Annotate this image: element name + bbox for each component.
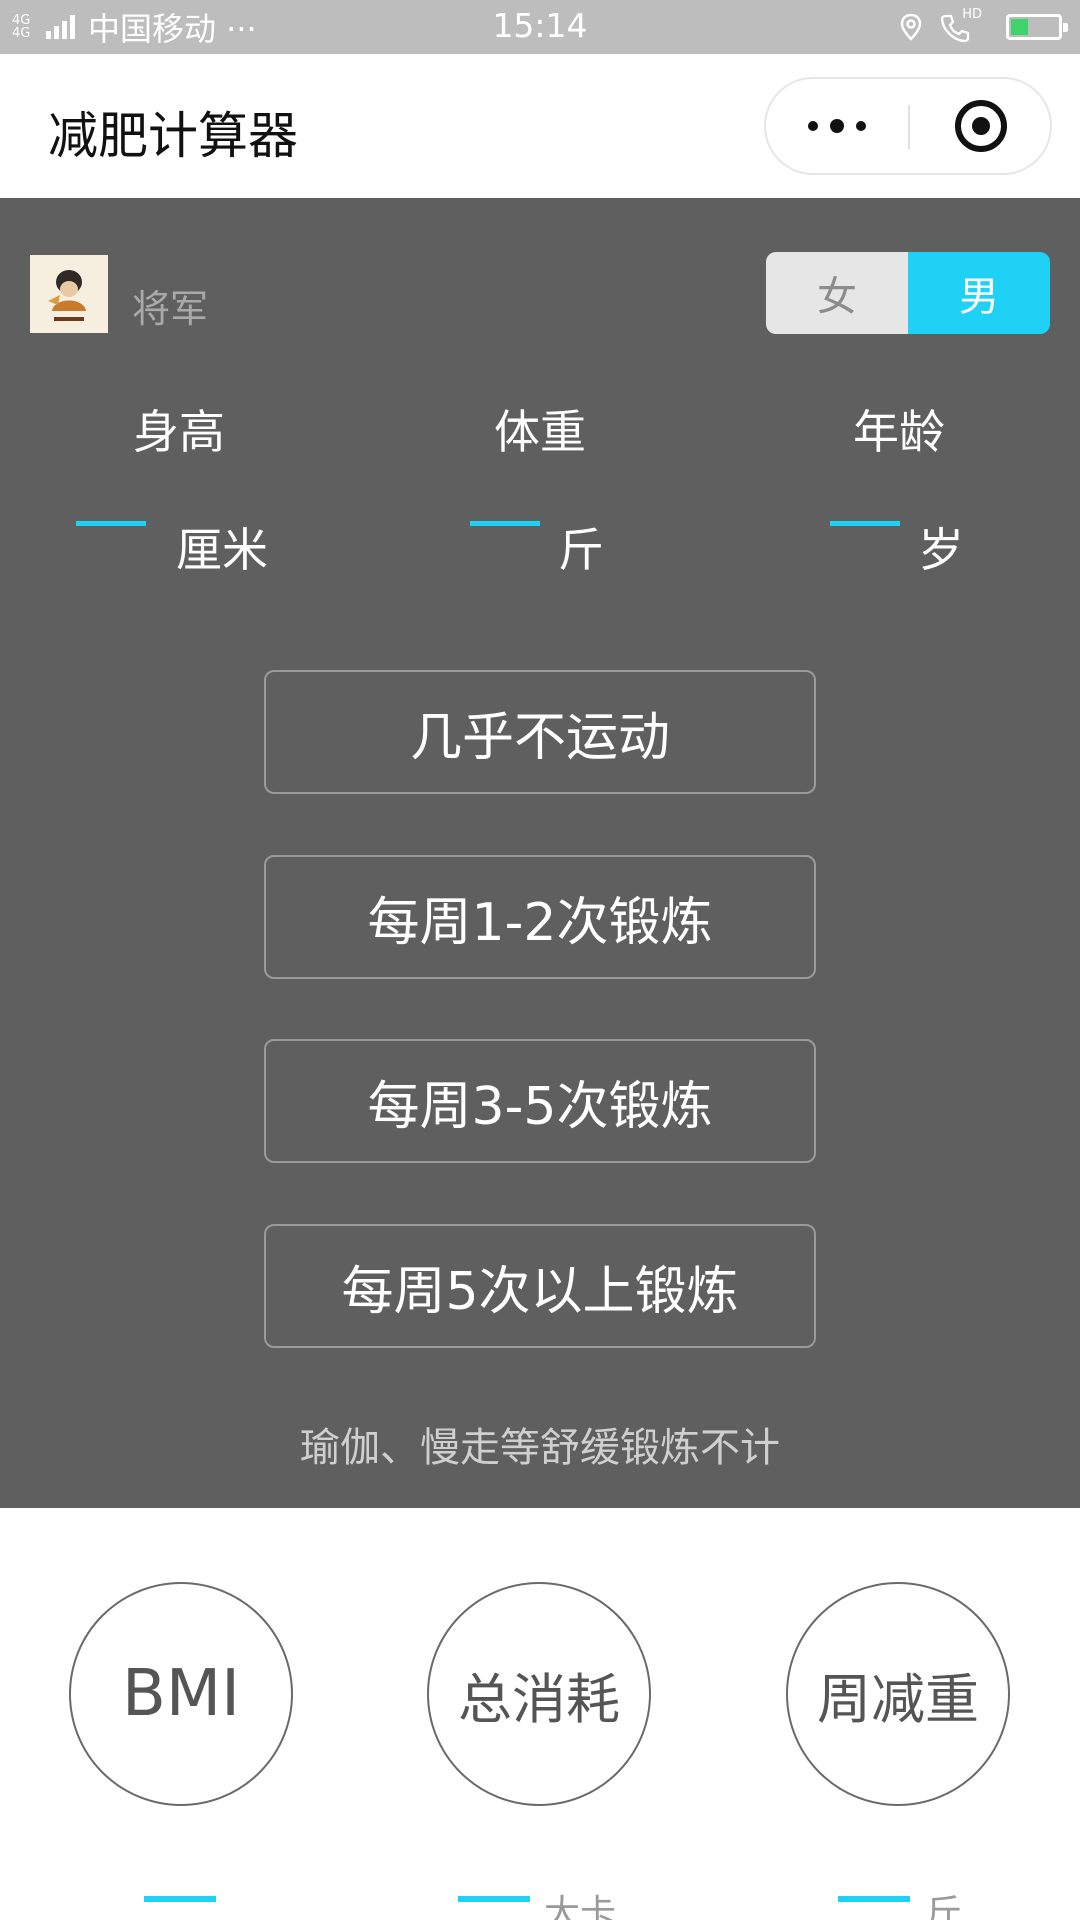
status-right: HD [900,7,1068,46]
close-button[interactable] [910,79,1052,173]
bmi-result-button[interactable]: BMI [69,1582,293,1806]
height-label: 身高 [133,405,225,459]
location-icon [900,13,922,41]
activity-option-3-5[interactable]: 每周3-5次锻炼 [264,1039,816,1163]
mini-program-capsule [764,77,1052,175]
avatar [30,255,108,333]
more-dot-icon [856,121,866,131]
input-panel: 将军 女 男 身高 厘米 体重 斤 年龄 岁 几乎不运动 每周1-2次锻炼 每周… [0,198,1080,1508]
hd-call-icon: HD [940,7,982,43]
hd-label: HD [962,7,982,22]
battery-tip [1063,23,1068,32]
weight-input[interactable] [470,521,540,526]
weekly-loss-button[interactable]: 周减重 [786,1582,1010,1806]
activity-option-1-2[interactable]: 每周1-2次锻炼 [264,855,816,979]
total-consumption-button[interactable]: 总消耗 [427,1582,651,1806]
total-unit: 大卡 [544,1893,617,1920]
activity-note: 瑜伽、慢走等舒缓锻炼不计 [300,1425,780,1471]
bmi-value-placeholder [144,1896,216,1902]
height-input[interactable] [76,521,146,526]
height-unit: 厘米 [176,523,268,577]
more-dot-icon [808,121,818,131]
weekly-unit: 斤 [926,1893,963,1920]
more-button[interactable] [766,79,908,173]
title-bar: 减肥计算器 [0,54,1080,198]
gender-toggle: 女 男 [766,252,1050,334]
status-bar: 4G 4G 中国移动 ··· 15:14 HD [0,0,1080,54]
age-label: 年龄 [853,405,945,459]
weekly-value-placeholder [838,1896,910,1902]
more-dot-icon [830,119,844,133]
age-unit: 岁 [918,523,964,577]
battery-level [1011,19,1028,35]
age-input[interactable] [830,521,900,526]
gender-female-option[interactable]: 女 [766,252,908,334]
battery-icon [1006,14,1068,40]
page-title: 减肥计算器 [48,107,298,165]
weight-unit: 斤 [558,523,604,577]
close-dot [972,117,990,135]
target-close-icon [955,100,1007,152]
activity-option-5-plus[interactable]: 每周5次以上锻炼 [264,1224,816,1348]
avatar-image [30,255,108,333]
gender-male-option[interactable]: 男 [908,252,1050,334]
username: 将军 [132,287,209,331]
total-value-placeholder [458,1896,530,1902]
activity-option-none[interactable]: 几乎不运动 [264,670,816,794]
weight-label: 体重 [494,405,586,459]
